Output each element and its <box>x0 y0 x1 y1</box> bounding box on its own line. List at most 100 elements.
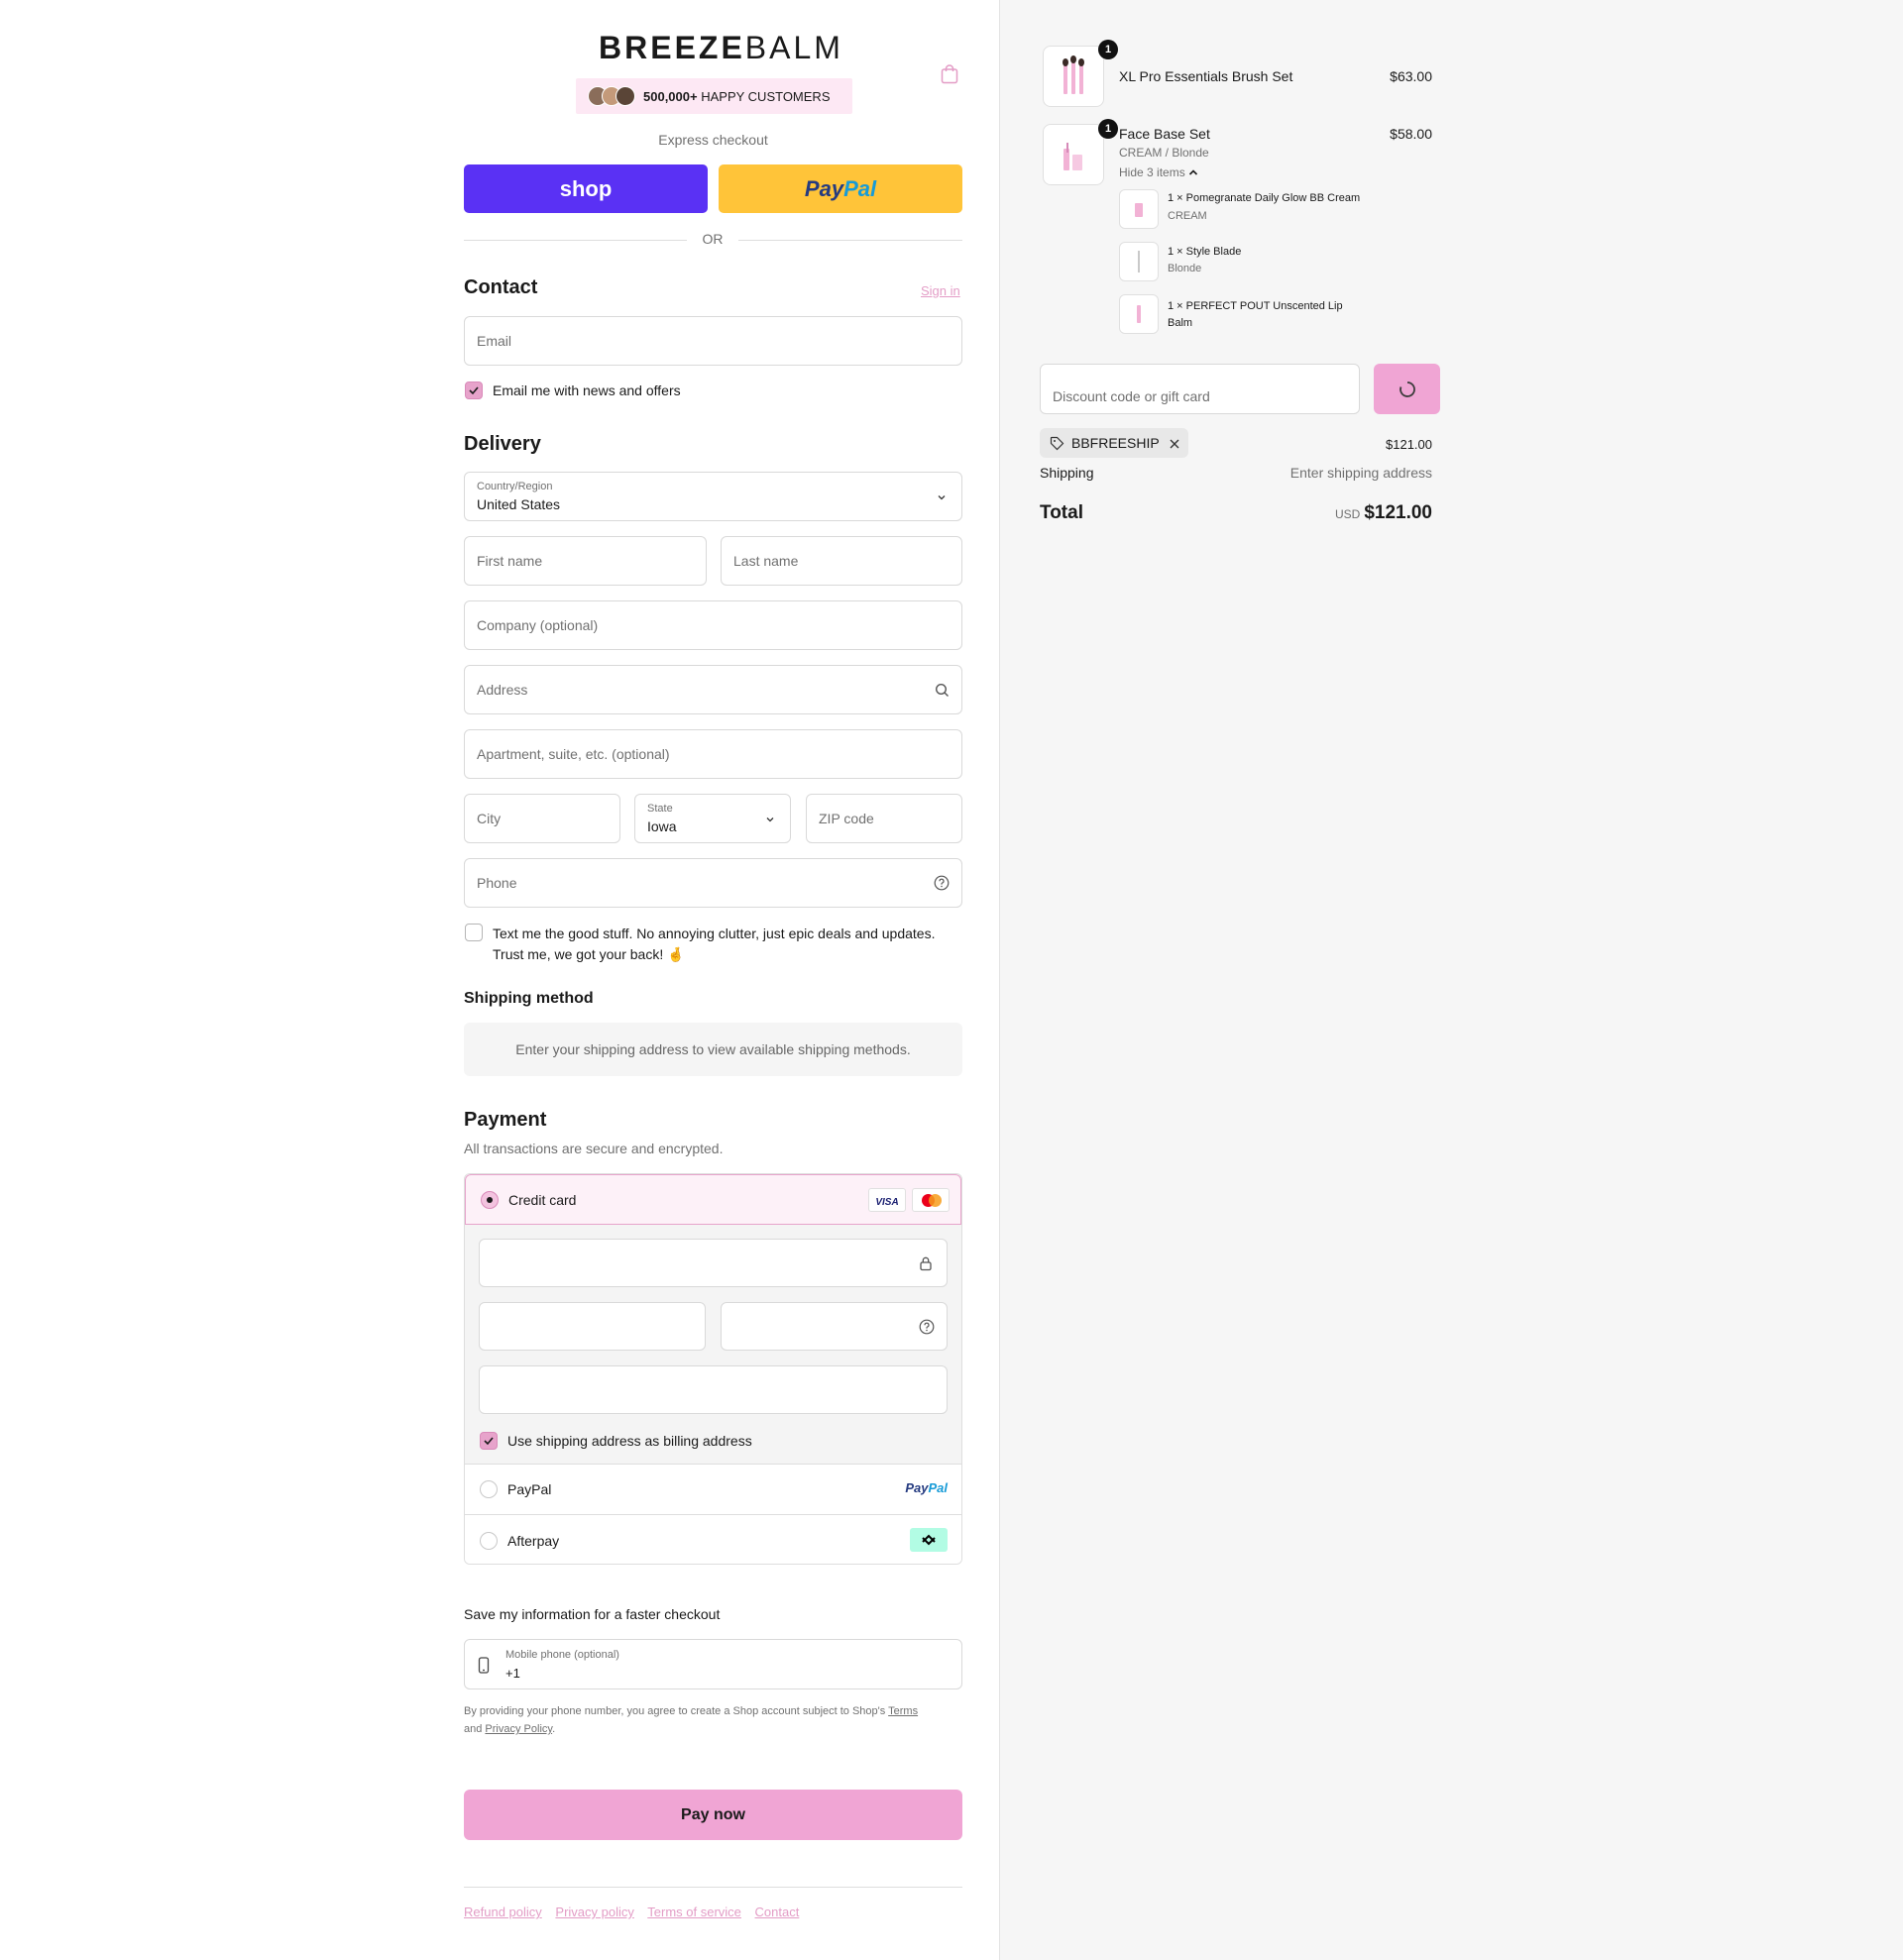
brand-logo[interactable]: BREEZEBALM <box>599 30 840 66</box>
card-details-panel: Use shipping address as billing address <box>465 1225 961 1464</box>
delivery-heading: Delivery <box>464 433 541 455</box>
card-cvv-field[interactable] <box>721 1302 948 1351</box>
item-variant: CREAM / Blonde <box>1119 146 1209 160</box>
visa-icon: VISA <box>868 1188 906 1212</box>
payment-heading: Payment <box>464 1109 547 1131</box>
news-offers-label: Email me with news and offers <box>493 382 681 398</box>
paypal-logo-pay: Pay <box>905 1480 929 1495</box>
disclaimer-period: . <box>552 1723 556 1735</box>
shop-pay-button[interactable]: shop <box>464 164 708 213</box>
credit-card-label: Credit card <box>508 1192 577 1208</box>
search-icon <box>935 683 950 701</box>
sms-opt-in-checkbox[interactable] <box>465 924 483 941</box>
contact-link[interactable]: Contact <box>755 1905 800 1919</box>
sub-item-thumbnail <box>1119 294 1159 334</box>
paypal-radio[interactable] <box>480 1480 498 1498</box>
first-name-field[interactable]: First name <box>464 536 707 586</box>
email-field[interactable]: Email <box>464 316 962 366</box>
company-field[interactable]: Company (optional) <box>464 600 962 650</box>
state-label: State <box>647 803 673 815</box>
city-placeholder: City <box>477 811 502 826</box>
country-select[interactable]: Country/Region United States <box>464 472 962 521</box>
terms-of-service-link[interactable]: Terms of service <box>647 1905 741 1919</box>
sub-item-name: 1 × Pomegranate Daily Glow BB Cream <box>1168 192 1360 204</box>
pay-now-label: Pay now <box>681 1806 745 1823</box>
shop-pay-label: shop <box>559 176 613 201</box>
sign-in-link[interactable]: Sign in <box>921 283 960 298</box>
state-select[interactable]: State Iowa <box>634 794 791 843</box>
shop-terms-link[interactable]: Terms <box>888 1705 918 1717</box>
shop-privacy-link[interactable]: Privacy Policy <box>485 1723 552 1735</box>
chevron-up-icon <box>1188 165 1198 179</box>
footer-links: Refund policy Privacy policy Terms of se… <box>464 1905 799 1919</box>
or-divider-left <box>464 240 687 241</box>
billing-address-checkbox[interactable] <box>480 1432 498 1450</box>
hide-items-label: Hide 3 items <box>1119 165 1185 179</box>
item-price: $58.00 <box>1390 126 1432 142</box>
visa-text: VISA <box>875 1197 899 1208</box>
chevron-down-icon <box>764 813 776 828</box>
item-price: $63.00 <box>1390 68 1432 84</box>
shipping-label: Shipping <box>1040 465 1094 481</box>
country-label: Country/Region <box>477 481 553 492</box>
social-proof-banner: 500,000+ HAPPY CUSTOMERS <box>576 78 852 114</box>
discount-code-field[interactable]: Discount code or gift card <box>1040 364 1360 414</box>
disclaimer-text: By providing your phone number, you agre… <box>464 1705 886 1717</box>
item-name: Face Base Set <box>1119 126 1210 142</box>
logo-light: BALM <box>744 30 843 65</box>
privacy-policy-link[interactable]: Privacy policy <box>555 1905 633 1919</box>
remove-discount-icon[interactable] <box>1169 437 1180 453</box>
chevron-down-icon <box>936 490 948 506</box>
mobile-phone-value: +1 <box>505 1666 520 1681</box>
shop-disclaimer: By providing your phone number, you agre… <box>464 1702 962 1738</box>
phone-placeholder: Phone <box>477 875 517 891</box>
card-number-field[interactable] <box>479 1239 948 1287</box>
contact-heading: Contact <box>464 276 538 298</box>
cart-icon[interactable] <box>941 64 958 84</box>
phone-field[interactable]: Phone <box>464 858 962 908</box>
lock-icon <box>919 1255 933 1274</box>
credit-card-option[interactable]: Credit card VISA <box>465 1174 961 1225</box>
help-icon[interactable] <box>934 875 950 894</box>
sub-item-qty: 1 × <box>1168 300 1183 312</box>
afterpay-option[interactable]: Afterpay <box>465 1514 961 1564</box>
refund-policy-link[interactable]: Refund policy <box>464 1905 542 1919</box>
discount-code-text: BBFREESHIP <box>1071 435 1160 451</box>
zip-field[interactable]: ZIP code <box>806 794 962 843</box>
shipping-method-heading: Shipping method <box>464 990 594 1007</box>
credit-card-radio[interactable] <box>481 1191 499 1209</box>
paypal-express-button[interactable]: PayPal <box>719 164 962 213</box>
card-name-field[interactable] <box>479 1365 948 1414</box>
product-thumbnail-brush-set <box>1043 46 1104 107</box>
help-icon[interactable] <box>919 1319 935 1338</box>
address-placeholder: Address <box>477 682 528 698</box>
hide-items-toggle[interactable]: Hide 3 items <box>1119 165 1198 179</box>
state-value: Iowa <box>647 818 677 834</box>
paypal-pal-text: Pal <box>843 176 877 201</box>
billing-address-label: Use shipping address as billing address <box>507 1433 752 1449</box>
sub-item-name: 1 × Style Blade <box>1168 246 1241 258</box>
city-field[interactable]: City <box>464 794 620 843</box>
mobile-phone-field[interactable]: Mobile phone (optional) +1 <box>464 1639 962 1689</box>
paypal-option[interactable]: PayPal PayPal <box>465 1464 961 1514</box>
loading-spinner-icon <box>1398 380 1417 402</box>
news-offers-checkbox[interactable] <box>465 381 483 399</box>
apartment-placeholder: Apartment, suite, etc. (optional) <box>477 746 670 762</box>
sub-item-title-line2: Balm <box>1168 317 1193 329</box>
apartment-field[interactable]: Apartment, suite, etc. (optional) <box>464 729 962 779</box>
afterpay-radio[interactable] <box>480 1532 498 1550</box>
apply-discount-button[interactable] <box>1374 364 1440 414</box>
pay-now-button[interactable]: Pay now <box>464 1790 962 1840</box>
last-name-field[interactable]: Last name <box>721 536 962 586</box>
total-label: Total <box>1040 502 1083 523</box>
item-name: XL Pro Essentials Brush Set <box>1119 68 1293 84</box>
address-field[interactable]: Address <box>464 665 962 714</box>
express-checkout-label: Express checkout <box>658 132 768 148</box>
sub-item-thumbnail <box>1119 189 1159 229</box>
subtotal-value: $121.00 <box>1386 437 1432 452</box>
sub-item-name: 1 × PERFECT POUT Unscented Lip Balm <box>1168 298 1376 332</box>
save-info-heading: Save my information for a faster checkou… <box>464 1606 721 1622</box>
card-expiry-field[interactable] <box>479 1302 706 1351</box>
quantity-badge: 1 <box>1098 40 1118 59</box>
order-summary-panel: 1 XL Pro Essentials Brush Set $63.00 1 F… <box>999 0 1903 1960</box>
